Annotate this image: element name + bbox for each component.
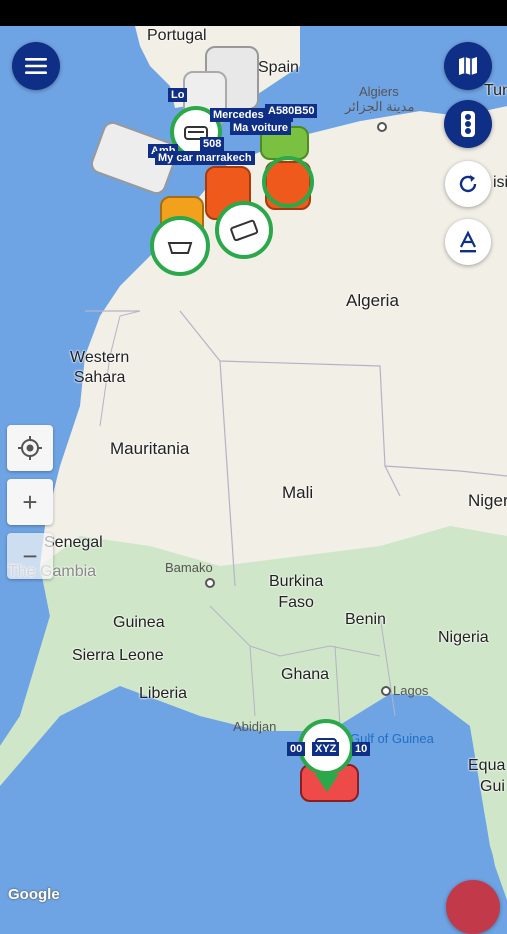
vehicle-tag-lo[interactable]: Lo xyxy=(168,88,188,102)
refresh-button[interactable] xyxy=(445,161,491,207)
zoom-in-button[interactable]: + xyxy=(7,479,53,525)
google-attribution: Google xyxy=(8,886,60,903)
menu-button[interactable] xyxy=(12,42,60,90)
label-algiers: Algiers xyxy=(359,84,399,99)
label-bamako: Bamako xyxy=(165,560,213,575)
van-icon xyxy=(230,219,259,241)
label-nigeria: Nigeria xyxy=(438,629,489,646)
locate-button[interactable] xyxy=(7,425,53,471)
label-mauritania: Mauritania xyxy=(110,439,190,458)
vehicle-tag-00[interactable]: 00 xyxy=(287,742,306,756)
car-front-icon xyxy=(167,242,193,254)
label-guinea: Guinea xyxy=(113,614,165,631)
vehicle-tag-10[interactable]: 10 xyxy=(352,742,371,756)
traffic-button[interactable] xyxy=(444,100,492,148)
map-view[interactable]: Portugal Spain Algiers مدينة الجزائر Tun… xyxy=(0,26,507,903)
labels-toggle-button[interactable] xyxy=(445,219,491,265)
label-algeria: Algeria xyxy=(346,291,399,310)
label-sierra-leone: Sierra Leone xyxy=(72,647,164,664)
label-spain: Spain xyxy=(258,59,299,76)
vehicle-tag-xyz[interactable]: XYZ xyxy=(312,742,340,756)
menu-icon xyxy=(25,58,47,74)
traffic-light-icon xyxy=(461,111,475,137)
vehicle-marker-car[interactable] xyxy=(150,216,210,276)
label-western-sahara: Western Sahara xyxy=(70,349,130,386)
label-abidjan: Abidjan xyxy=(233,719,277,734)
vehicle-tag-a580[interactable]: A580B50 xyxy=(265,104,318,118)
fab-button[interactable] xyxy=(446,880,500,934)
city-dot-lagos xyxy=(381,686,391,696)
map-type-button[interactable] xyxy=(444,42,492,90)
label-tunisia: Tun xyxy=(484,82,507,99)
marker-pointer xyxy=(315,774,339,792)
label-portugal: Portugal xyxy=(147,27,207,44)
status-bar xyxy=(0,0,507,26)
vehicle-tag-marrakech[interactable]: My car marrakech xyxy=(155,151,255,165)
label-tunisia-partial: isi xyxy=(493,174,507,191)
label-algiers-ar: مدينة الجزائر xyxy=(345,99,415,114)
capital-dot-bamako xyxy=(205,578,215,588)
zoom-out-button[interactable]: − xyxy=(7,533,53,579)
label-lagos: Lagos xyxy=(393,683,429,698)
label-burkina: Burkina Faso xyxy=(269,573,324,611)
label-niger: Niger xyxy=(468,491,507,510)
label-ghana: Ghana xyxy=(281,666,330,683)
vehicle-marker-van[interactable] xyxy=(215,201,273,259)
text-label-icon xyxy=(460,230,476,253)
crosshair-icon xyxy=(18,436,42,460)
label-equatorial-guinea: Equa xyxy=(468,757,506,774)
label-mali: Mali xyxy=(282,483,314,502)
map-icon xyxy=(459,57,477,75)
label-liberia: Liberia xyxy=(139,685,188,702)
label-benin: Benin xyxy=(345,611,386,628)
refresh-icon xyxy=(459,175,477,193)
label-gabon: Gui xyxy=(480,778,505,795)
vehicle-tag-ma-voiture[interactable]: Ma voiture xyxy=(230,121,292,135)
vehicle-tag-508[interactable]: 508 xyxy=(200,137,225,151)
vehicle-marker-orange[interactable] xyxy=(262,156,314,208)
capital-dot-algiers xyxy=(377,122,387,132)
